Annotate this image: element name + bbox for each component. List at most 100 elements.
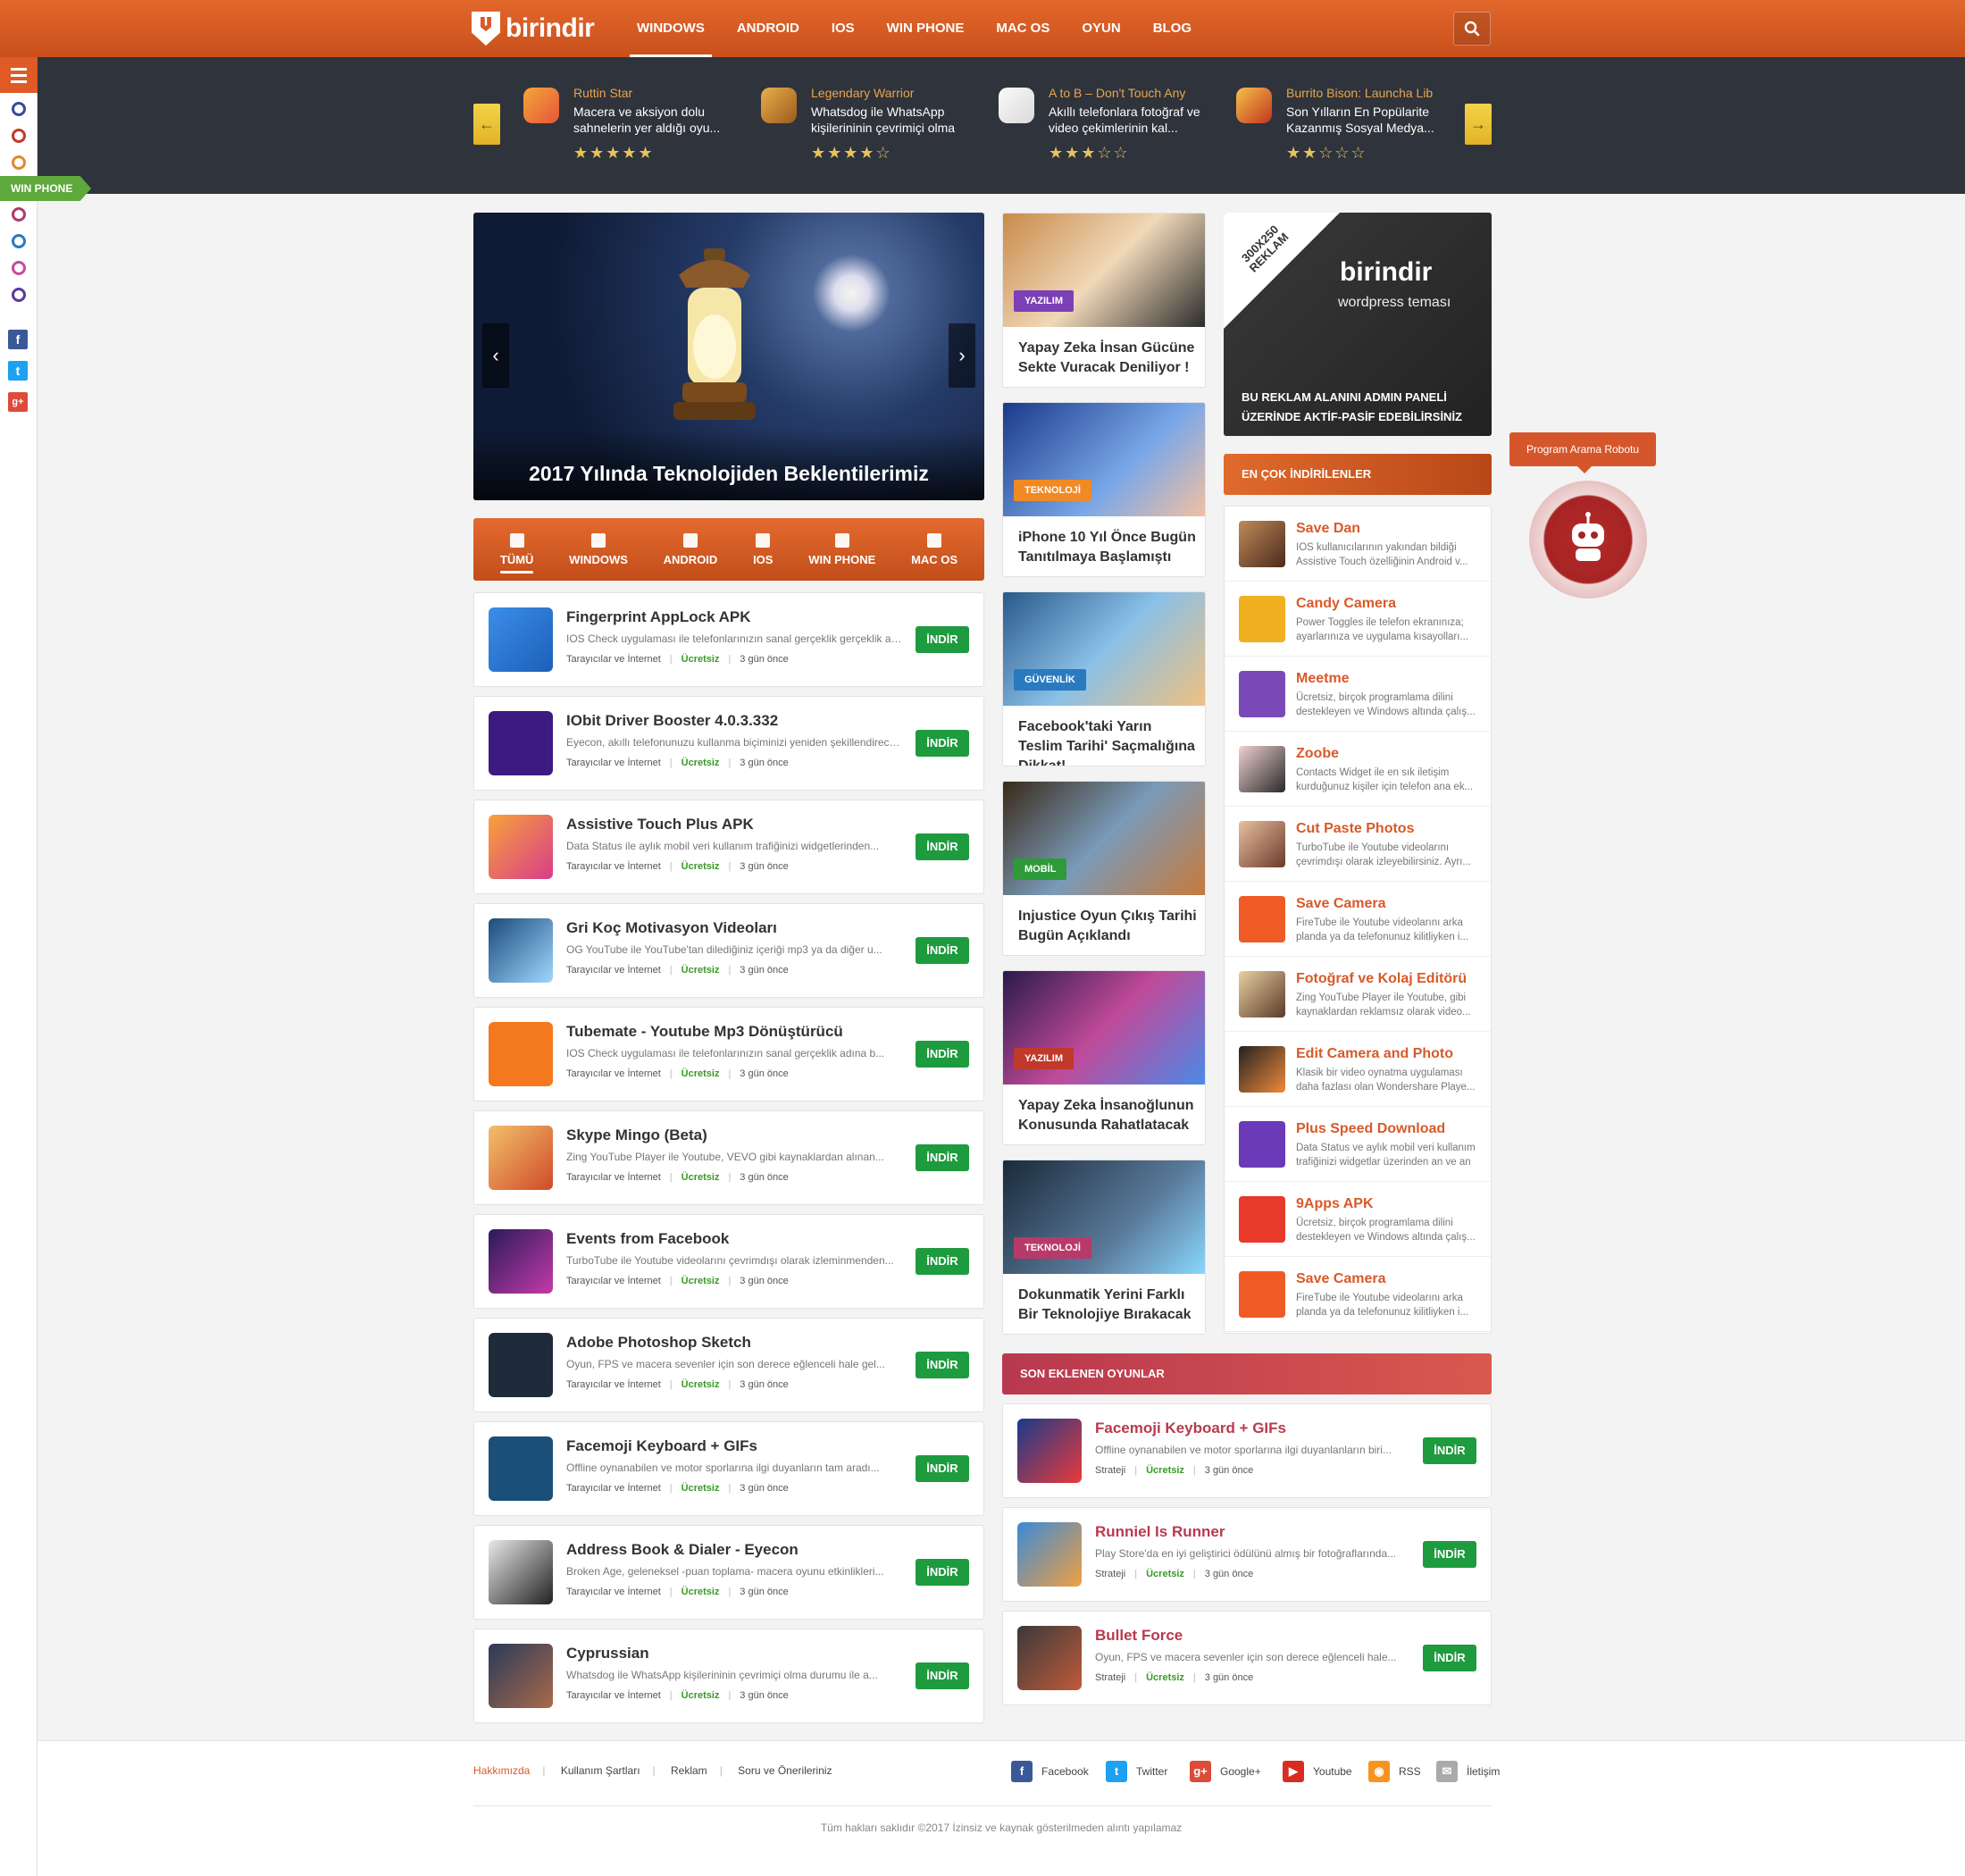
download-button[interactable]: İNDİR: [1423, 1437, 1476, 1464]
tab-android[interactable]: ANDROID: [664, 518, 717, 581]
google-plus-icon[interactable]: g+: [8, 392, 28, 412]
footer-social-link[interactable]: ▶ Youtube: [1283, 1761, 1352, 1782]
download-button[interactable]: İNDİR: [916, 1144, 969, 1171]
most-downloaded-item[interactable]: Fotoğraf ve Kolaj Editörü Zing YouTube P…: [1225, 957, 1493, 1032]
slider-next-button[interactable]: ›: [949, 323, 975, 388]
news-title[interactable]: Dokunmatik Yerini Farklı Bir Teknolojiye…: [1018, 1286, 1197, 1325]
footer-link[interactable]: Kullanım Şartları: [561, 1764, 640, 1777]
most-downloaded-item[interactable]: Cut Paste Photos TurboTube ile Youtube v…: [1225, 807, 1493, 882]
footer-social-link[interactable]: g+ Google+: [1190, 1761, 1261, 1782]
download-button[interactable]: İNDİR: [916, 1455, 969, 1482]
hamburger-icon[interactable]: [0, 57, 38, 93]
news-card[interactable]: YAZILIM Yapay Zeka İnsanoğlunun Konusund…: [1002, 970, 1206, 1145]
ticker-item[interactable]: Burrito Bison: Launcha Lib Son Yılların …: [1236, 84, 1442, 164]
footer-link[interactable]: Reklam: [671, 1764, 707, 1777]
category-dot[interactable]: [12, 261, 26, 275]
game-card[interactable]: Runniel Is Runner Play Store'da en iyi g…: [1002, 1507, 1492, 1602]
app-title[interactable]: Fotoğraf ve Kolaj Editörü: [1296, 971, 1467, 987]
category-dot[interactable]: [12, 129, 26, 143]
news-title[interactable]: Yapay Zeka İnsanoğlunun Konusunda Rahatl…: [1018, 1096, 1197, 1135]
app-title[interactable]: Save Camera: [1296, 1271, 1386, 1287]
ticker-next-button[interactable]: →: [1465, 104, 1492, 145]
news-card[interactable]: TEKNOLOJİ iPhone 10 Yıl Önce Bugün Tanıt…: [1002, 402, 1206, 577]
most-downloaded-item[interactable]: Save Dan IOS kullanıcılarının yakından b…: [1225, 507, 1493, 582]
tab-mac-os[interactable]: MAC OS: [911, 518, 957, 581]
app-card[interactable]: Adobe Photoshop Sketch Oyun, FPS ve mace…: [473, 1318, 984, 1412]
facebook-icon[interactable]: f: [8, 330, 28, 349]
download-button[interactable]: İNDİR: [916, 937, 969, 964]
app-card[interactable]: Cyprussian Whatsdog ile WhatsApp kişiler…: [473, 1629, 984, 1723]
news-card[interactable]: YAZILIM Yapay Zeka İnsan Gücüne Sekte Vu…: [1002, 213, 1206, 388]
app-card[interactable]: Gri Koç Motivasyon Videoları OG YouTube …: [473, 903, 984, 998]
nav-blog[interactable]: BLOG: [1137, 0, 1208, 57]
app-title[interactable]: 9Apps APK: [1296, 1196, 1374, 1212]
game-card[interactable]: Facemoji Keyboard + GIFs Offline oynanab…: [1002, 1403, 1492, 1498]
category-flag[interactable]: WIN PHONE: [0, 176, 91, 201]
news-card[interactable]: TEKNOLOJİ Dokunmatik Yerini Farklı Bir T…: [1002, 1160, 1206, 1335]
app-title[interactable]: Save Camera: [1296, 896, 1386, 912]
news-category-badge[interactable]: TEKNOLOJİ: [1014, 1237, 1091, 1259]
most-downloaded-item[interactable]: Zoobe Contacts Widget ile en sık iletişi…: [1225, 732, 1493, 807]
game-card[interactable]: Bullet Force Oyun, FPS ve macera sevenle…: [1002, 1611, 1492, 1705]
app-card[interactable]: Facemoji Keyboard + GIFs Offline oynanab…: [473, 1421, 984, 1516]
app-card[interactable]: Address Book & Dialer - Eyecon Broken Ag…: [473, 1525, 984, 1620]
download-button[interactable]: İNDİR: [916, 833, 969, 860]
download-button[interactable]: İNDİR: [916, 1662, 969, 1689]
news-category-badge[interactable]: YAZILIM: [1014, 1048, 1074, 1069]
download-button[interactable]: İNDİR: [916, 1352, 969, 1378]
footer-social-link[interactable]: t Twitter: [1106, 1761, 1167, 1782]
app-title[interactable]: Zoobe: [1296, 746, 1339, 762]
most-downloaded-item[interactable]: Save Camera FireTube ile Youtube videola…: [1225, 1257, 1493, 1332]
category-dot[interactable]: [12, 207, 26, 222]
app-title[interactable]: Gri Koç Motivasyon Videoları: [566, 919, 777, 937]
app-title[interactable]: IObit Driver Booster 4.0.3.332: [566, 712, 778, 730]
news-card[interactable]: GÜVENLİK Facebook'taki Yarın Teslim Tari…: [1002, 591, 1206, 766]
hero-caption[interactable]: 2017 Yılında Teknolojiden Beklentilerimi…: [473, 429, 984, 500]
download-button[interactable]: İNDİR: [916, 1248, 969, 1275]
most-downloaded-item[interactable]: Save Camera FireTube ile Youtube videola…: [1225, 882, 1493, 957]
game-title[interactable]: Runniel Is Runner: [1095, 1523, 1225, 1541]
ticker-prev-button[interactable]: ←: [473, 104, 500, 145]
news-category-badge[interactable]: YAZILIM: [1014, 290, 1074, 312]
news-title[interactable]: Injustice Oyun Çıkış Tarihi Bugün Açıkla…: [1018, 907, 1197, 946]
nav-oyun[interactable]: OYUN: [1066, 0, 1136, 57]
nav-win-phone[interactable]: WIN PHONE: [871, 0, 981, 57]
most-downloaded-item[interactable]: Meetme Ücretsiz, birçok programlama dili…: [1225, 657, 1493, 732]
app-title[interactable]: Fingerprint AppLock APK: [566, 608, 751, 626]
app-title[interactable]: Tubemate - Youtube Mp3 Dönüştürücü: [566, 1023, 843, 1041]
nav-windows[interactable]: WINDOWS: [621, 0, 721, 57]
app-card[interactable]: Fingerprint AppLock APK IOS Check uygula…: [473, 592, 984, 687]
news-category-badge[interactable]: MOBİL: [1014, 858, 1067, 880]
footer-link[interactable]: Soru ve Önerileriniz: [738, 1764, 832, 1777]
most-downloaded-item[interactable]: Edit Camera and Photo Klasik bir video o…: [1225, 1032, 1493, 1107]
download-button[interactable]: İNDİR: [1423, 1645, 1476, 1671]
footer-social-link[interactable]: ◉ RSS: [1368, 1761, 1421, 1782]
hero-slider[interactable]: ‹ › 2017 Yılında Teknolojiden Beklentile…: [473, 213, 984, 500]
news-title[interactable]: iPhone 10 Yıl Önce Bugün Tanıtılmaya Baş…: [1018, 528, 1197, 567]
app-title[interactable]: Save Dan: [1296, 521, 1360, 537]
footer-social-link[interactable]: f Facebook: [1011, 1761, 1089, 1782]
tab-all[interactable]: TÜMÜ: [499, 518, 533, 581]
nav-ios[interactable]: IOS: [815, 0, 871, 57]
download-button[interactable]: İNDİR: [916, 626, 969, 653]
app-title[interactable]: Assistive Touch Plus APK: [566, 816, 754, 833]
site-logo[interactable]: birindir: [472, 9, 597, 48]
app-title[interactable]: Facemoji Keyboard + GIFs: [566, 1437, 757, 1455]
news-card[interactable]: MOBİL Injustice Oyun Çıkış Tarihi Bugün …: [1002, 781, 1206, 956]
download-button[interactable]: İNDİR: [1423, 1541, 1476, 1568]
app-title[interactable]: Cyprussian: [566, 1645, 649, 1662]
app-card[interactable]: Skype Mingo (Beta) Zing YouTube Player i…: [473, 1110, 984, 1205]
app-title[interactable]: Events from Facebook: [566, 1230, 729, 1248]
tab-windows[interactable]: WINDOWS: [569, 518, 628, 581]
most-downloaded-item[interactable]: Plus Speed Download Data Status ve aylık…: [1225, 1107, 1493, 1182]
app-card[interactable]: Events from Facebook TurboTube ile Youtu…: [473, 1214, 984, 1309]
app-card[interactable]: Tubemate - Youtube Mp3 Dönüştürücü IOS C…: [473, 1007, 984, 1101]
ticker-item[interactable]: A to B – Don't Touch Any Akıllı telefonl…: [999, 84, 1204, 164]
category-dot[interactable]: [12, 288, 26, 302]
news-category-badge[interactable]: TEKNOLOJİ: [1014, 480, 1091, 501]
search-button[interactable]: [1453, 12, 1491, 46]
app-title[interactable]: Meetme: [1296, 671, 1350, 687]
app-title[interactable]: Plus Speed Download: [1296, 1121, 1445, 1137]
download-button[interactable]: İNDİR: [916, 730, 969, 757]
ticker-item[interactable]: Legendary Warrior Whatsdog ile WhatsApp …: [761, 84, 966, 164]
